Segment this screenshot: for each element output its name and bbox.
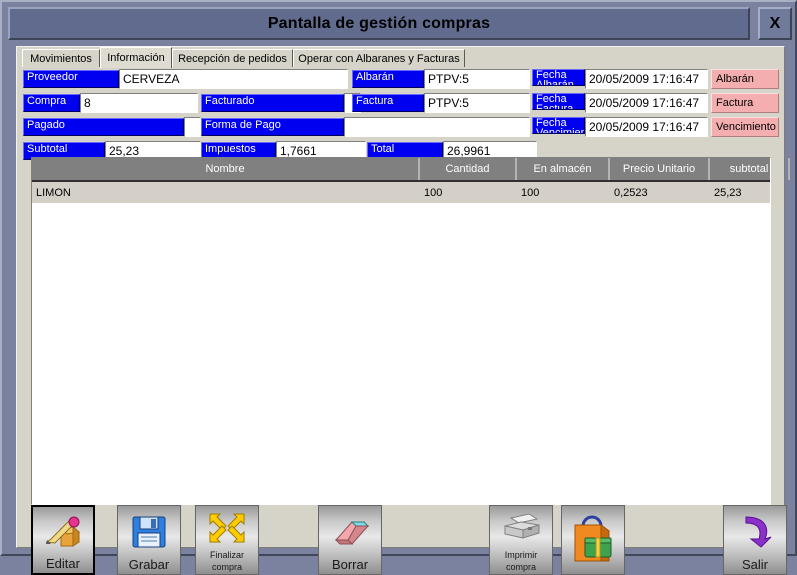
- tab-strip: Movimientos Información Recepción de ped…: [17, 47, 786, 68]
- close-button[interactable]: X: [758, 7, 792, 40]
- checkbox-pagado[interactable]: [184, 117, 201, 137]
- label-compra: Compra: [23, 94, 80, 112]
- imprimir-compra-button[interactable]: Imprimir compra: [489, 505, 553, 575]
- cell-subtotal: 25,23: [714, 186, 742, 199]
- column-header-cantidad[interactable]: Cantidad: [420, 158, 517, 180]
- form-panel: Proveedor CERVEZA Albarán PTPV:5 Fecha A…: [18, 67, 784, 161]
- borrar-button[interactable]: Borrar: [318, 505, 382, 575]
- converging-arrows-icon: [196, 506, 258, 550]
- action-toolbar: Editar Grabar Finalizar compra Borrar Im…: [18, 505, 787, 575]
- items-table: Nombre Cantidad En almacén Precio Unitar…: [31, 157, 790, 505]
- editar-button[interactable]: Editar: [31, 505, 95, 575]
- label-facturado: Facturado: [201, 94, 344, 112]
- imprimir-label-line2: compra: [505, 562, 536, 572]
- tab-informacion[interactable]: Información: [100, 47, 172, 68]
- column-header-nombre[interactable]: Nombre: [32, 158, 420, 180]
- salir-label: Salir: [741, 557, 768, 572]
- field-fecha-factura[interactable]: 20/05/2009 17:16:47: [585, 93, 708, 113]
- tab-operar-con-albaranes-y-facturas[interactable]: Operar con Albaranes y Facturas: [293, 49, 465, 67]
- editar-label: Editar: [46, 556, 80, 571]
- compra-button[interactable]: [561, 505, 625, 575]
- main-window: Pantalla de gestión compras X Movimiento…: [0, 0, 797, 575]
- table-header-row: Nombre Cantidad En almacén Precio Unitar…: [32, 158, 790, 182]
- grabar-label: Grabar: [128, 557, 170, 572]
- tab-recepcion-de-pedidos[interactable]: Recepción de pedidos: [172, 49, 293, 67]
- tab-movimientos[interactable]: Movimientos: [22, 49, 100, 67]
- label-factura: Factura: [352, 94, 424, 112]
- label-fecha-albaran: Fecha Albarán: [532, 69, 585, 86]
- field-proveedor[interactable]: CERVEZA: [119, 69, 348, 89]
- label-pagado: Pagado: [23, 118, 184, 136]
- cell-en-almacen: 100: [521, 186, 540, 199]
- field-fecha-albaran[interactable]: 20/05/2009 17:16:47: [585, 69, 708, 89]
- column-header-precio-unitario[interactable]: Precio Unitario: [610, 158, 710, 180]
- floppy-disk-icon: [118, 506, 180, 558]
- column-header-subtotal[interactable]: subtotal: [710, 158, 790, 180]
- button-albaran[interactable]: Albarán: [711, 69, 779, 89]
- button-vencimiento[interactable]: Vencimiento: [711, 117, 779, 137]
- imprimir-label-line1: Imprimir: [504, 550, 538, 560]
- cell-cantidad: 100: [424, 186, 443, 199]
- pencil-box-icon: [33, 507, 93, 557]
- exit-arrow-icon: [724, 506, 786, 558]
- printer-icon: [490, 506, 552, 550]
- label-proveedor: Proveedor: [23, 70, 119, 88]
- label-albaran: Albarán: [352, 70, 424, 88]
- window-title: Pantalla de gestión compras: [267, 14, 491, 32]
- button-factura[interactable]: Factura: [711, 93, 779, 113]
- shopping-bag-money-icon: [562, 506, 624, 574]
- finalizar-label-line1: Finalizar: [209, 550, 244, 560]
- field-albaran[interactable]: PTPV:5: [424, 69, 530, 89]
- field-compra[interactable]: 8: [80, 93, 198, 113]
- column-header-en-almacen[interactable]: En almacén: [517, 158, 610, 180]
- salir-button[interactable]: Salir: [723, 505, 787, 575]
- label-forma-de-pago: Forma de Pago: [201, 118, 344, 136]
- title-bar: Pantalla de gestión compras X: [8, 7, 792, 40]
- client-area: Movimientos Información Recepción de ped…: [16, 46, 790, 575]
- label-fecha-factura: Fecha Factura: [532, 93, 585, 110]
- title-plate: Pantalla de gestión compras: [8, 7, 750, 40]
- grabar-button[interactable]: Grabar: [117, 505, 181, 575]
- eraser-icon: [319, 506, 381, 558]
- field-fecha-vencimiento[interactable]: 20/05/2009 17:16:47: [585, 117, 708, 137]
- finalizar-label-line2: compra: [211, 562, 242, 572]
- borrar-label: Borrar: [331, 557, 369, 572]
- field-factura[interactable]: PTPV:5: [424, 93, 530, 113]
- cell-precio-unitario: 0,2523: [614, 186, 648, 199]
- table-row[interactable]: LIMON 100 100 0,2523 25,23: [32, 182, 770, 204]
- finalizar-compra-button[interactable]: Finalizar compra: [195, 505, 259, 575]
- cell-nombre: LIMON: [36, 186, 71, 199]
- field-forma-de-pago[interactable]: [344, 117, 530, 137]
- label-fecha-vencimiento: Fecha Vencimiento: [532, 117, 585, 134]
